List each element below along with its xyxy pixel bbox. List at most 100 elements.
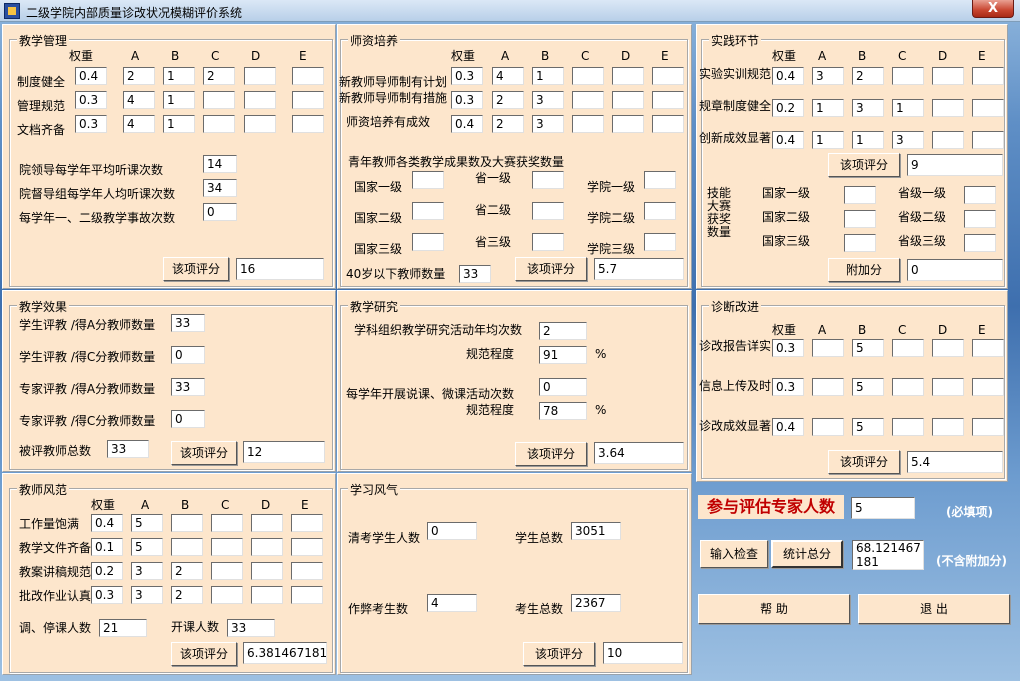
weight-input[interactable]: 0.3 (451, 91, 483, 109)
cleared-students-input[interactable]: 0 (427, 522, 477, 540)
grade-d-input[interactable] (244, 67, 276, 85)
score-button[interactable]: 该项评分 (171, 642, 237, 666)
student-a-input[interactable]: 33 (171, 314, 205, 332)
grade-e-input[interactable] (291, 562, 323, 580)
grade-d-input[interactable] (251, 562, 283, 580)
weight-input[interactable]: 0.3 (75, 91, 107, 109)
grade-d-input[interactable] (932, 131, 964, 149)
skill-province-2-input[interactable] (964, 210, 996, 228)
total-score-button[interactable]: 统计总分 (771, 540, 843, 568)
grade-d-input[interactable] (251, 586, 283, 604)
grade-d-input[interactable] (932, 67, 964, 85)
grade-e-input[interactable] (972, 339, 1004, 357)
student-c-input[interactable]: 0 (171, 346, 205, 364)
grade-e-input[interactable] (292, 115, 324, 133)
weight-input[interactable]: 0.1 (91, 538, 123, 556)
lecture-count-input[interactable]: 0 (539, 378, 587, 396)
grade-e-input[interactable] (652, 67, 684, 85)
grade-e-input[interactable] (972, 418, 1004, 436)
total-teachers-input[interactable]: 33 (107, 440, 149, 458)
grade-a-input[interactable]: 2 (492, 91, 524, 109)
award-province-2-input[interactable] (532, 202, 564, 220)
grade-c-input[interactable]: 1 (892, 99, 924, 117)
grade-a-input[interactable]: 3 (812, 67, 844, 85)
weight-input[interactable]: 0.4 (772, 67, 804, 85)
grade-a-input[interactable]: 1 (812, 99, 844, 117)
grade-e-input[interactable] (972, 131, 1004, 149)
grade-c-input[interactable] (572, 115, 604, 133)
score-button[interactable]: 该项评分 (523, 642, 595, 666)
grade-d-input[interactable] (932, 339, 964, 357)
weight-input[interactable]: 0.2 (91, 562, 123, 580)
grade-c-input[interactable] (211, 562, 243, 580)
grade-a-input[interactable]: 5 (131, 538, 163, 556)
experts-input[interactable]: 5 (851, 497, 915, 519)
norm1-input[interactable]: 91 (539, 346, 587, 364)
grade-d-input[interactable] (251, 514, 283, 532)
grade-b-input[interactable]: 1 (532, 67, 564, 85)
grade-b-input[interactable]: 1 (163, 67, 195, 85)
score-button[interactable]: 该项评分 (515, 257, 587, 281)
award-college-3-input[interactable] (644, 233, 676, 251)
award-college-2-input[interactable] (644, 202, 676, 220)
grade-b-input[interactable]: 2 (171, 562, 203, 580)
leader-visits-input[interactable]: 14 (203, 155, 237, 173)
weight-input[interactable]: 0.2 (772, 99, 804, 117)
grade-c-input[interactable]: 3 (892, 131, 924, 149)
grade-e-input[interactable] (972, 378, 1004, 396)
activity-count-input[interactable]: 2 (539, 322, 587, 340)
grade-b-input[interactable]: 3 (532, 115, 564, 133)
award-province-1-input[interactable] (532, 171, 564, 189)
grade-b-input[interactable] (171, 514, 203, 532)
grade-d-input[interactable] (932, 99, 964, 117)
grade-b-input[interactable]: 1 (163, 91, 195, 109)
grade-a-input[interactable]: 5 (131, 514, 163, 532)
grade-e-input[interactable] (291, 586, 323, 604)
grade-e-input[interactable] (972, 67, 1004, 85)
grade-e-input[interactable] (652, 91, 684, 109)
grade-c-input[interactable] (892, 339, 924, 357)
grade-a-input[interactable] (812, 378, 844, 396)
grade-a-input[interactable]: 1 (812, 131, 844, 149)
expert-a-input[interactable]: 33 (171, 378, 205, 396)
award-national-3-input[interactable] (412, 233, 444, 251)
total-students-input[interactable]: 3051 (571, 522, 621, 540)
skill-national-1-input[interactable] (844, 186, 876, 204)
weight-input[interactable]: 0.3 (91, 586, 123, 604)
grade-e-input[interactable] (291, 538, 323, 556)
score-button[interactable]: 该项评分 (171, 441, 237, 465)
grade-d-input[interactable] (612, 115, 644, 133)
grade-a-input[interactable]: 4 (492, 67, 524, 85)
under40-input[interactable]: 33 (459, 265, 491, 283)
grade-b-input[interactable]: 3 (852, 99, 884, 117)
grade-c-input[interactable]: 2 (203, 67, 235, 85)
expert-c-input[interactable]: 0 (171, 410, 205, 428)
grade-c-input[interactable] (892, 418, 924, 436)
grade-c-input[interactable] (203, 91, 235, 109)
grade-d-input[interactable] (244, 115, 276, 133)
weight-input[interactable]: 0.4 (75, 67, 107, 85)
award-province-3-input[interactable] (532, 233, 564, 251)
grade-d-input[interactable] (612, 67, 644, 85)
adjust-count-input[interactable]: 21 (99, 619, 147, 637)
skill-province-1-input[interactable] (964, 186, 996, 204)
grade-c-input[interactable] (572, 67, 604, 85)
supervisor-visits-input[interactable]: 34 (203, 179, 237, 197)
grade-b-input[interactable]: 1 (852, 131, 884, 149)
weight-input[interactable]: 0.3 (772, 378, 804, 396)
award-national-2-input[interactable] (412, 202, 444, 220)
grade-c-input[interactable] (892, 67, 924, 85)
weight-input[interactable]: 0.4 (451, 115, 483, 133)
cheating-count-input[interactable]: 4 (427, 594, 477, 612)
grade-c-input[interactable] (211, 514, 243, 532)
score-button[interactable]: 该项评分 (515, 442, 587, 466)
score-button[interactable]: 该项评分 (828, 450, 900, 474)
score-button[interactable]: 该项评分 (163, 257, 229, 281)
exam-takers-input[interactable]: 2367 (571, 594, 621, 612)
grade-b-input[interactable]: 3 (532, 91, 564, 109)
exit-button[interactable]: 退 出 (858, 594, 1010, 624)
grade-a-input[interactable]: 3 (131, 586, 163, 604)
grade-a-input[interactable] (812, 339, 844, 357)
norm2-input[interactable]: 78 (539, 402, 587, 420)
grade-b-input[interactable]: 5 (852, 339, 884, 357)
